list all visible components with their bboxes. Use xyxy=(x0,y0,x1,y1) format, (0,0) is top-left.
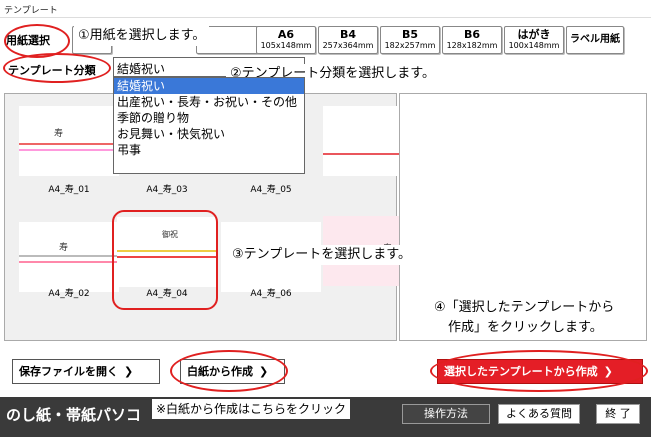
category-selected-value: 結婚祝い xyxy=(117,62,166,76)
template-label: A4_寿_03 xyxy=(146,185,188,195)
callout-step4-line2: 作成」をクリックします。 xyxy=(444,318,607,338)
category-option[interactable]: 季節の贈り物 xyxy=(114,110,304,126)
paper-size: B5 xyxy=(401,28,419,41)
window-titlebar: テンプレート xyxy=(0,0,651,18)
paper-dims: 105x148mm xyxy=(260,41,312,50)
how-to-button[interactable]: 操作方法 xyxy=(402,404,490,424)
svg-text:御祝: 御祝 xyxy=(162,229,178,239)
exit-button[interactable]: 終 了 xyxy=(596,404,640,424)
svg-text:寿: 寿 xyxy=(59,241,68,253)
category-option[interactable]: 結婚祝い xyxy=(114,78,304,94)
blank-create-button[interactable]: 白紙から作成 ❯ xyxy=(180,359,285,384)
paper-button-a6[interactable]: A6 105x148mm xyxy=(256,26,316,54)
paper-button-hagaki[interactable]: はがき 100x148mm xyxy=(504,26,564,54)
blank-create-label: 白紙から作成 xyxy=(187,365,253,378)
paper-dims: 100x148mm xyxy=(508,41,560,50)
category-option[interactable]: お見舞い・快気祝い xyxy=(114,126,304,142)
template-label: A4_寿_04 xyxy=(146,289,188,299)
callout-step3: ③テンプレートを選択します。 xyxy=(228,245,415,265)
paper-dims: 182x257mm xyxy=(384,41,436,50)
paper-size: はがき xyxy=(517,28,551,41)
paper-button-b6[interactable]: B6 128x182mm xyxy=(442,26,502,54)
template-thumb-01[interactable]: 寿 xyxy=(19,106,119,176)
paper-size: B4 xyxy=(339,28,357,41)
paper-button-b4[interactable]: B4 257x364mm xyxy=(318,26,378,54)
category-option[interactable]: 出産祝い・長寿・お祝い・その他 xyxy=(114,94,304,110)
template-label: A4_寿_05 xyxy=(250,185,292,195)
template-thumb-04[interactable]: 御祝 xyxy=(117,217,217,287)
open-file-label: 保存ファイルを開く xyxy=(19,365,118,378)
window-title: テンプレート xyxy=(4,6,58,16)
brand-title: のし紙・帯紙パソコ xyxy=(6,406,142,424)
faq-button[interactable]: よくある質問 xyxy=(498,404,580,424)
open-file-button[interactable]: 保存ファイルを開く ❯ xyxy=(12,359,160,384)
noshi-illustration: 寿 xyxy=(19,127,119,151)
template-thumb-02[interactable]: 寿 xyxy=(19,222,119,292)
category-label: テンプレート分類 xyxy=(8,64,96,77)
chevron-right-icon: ❯ xyxy=(259,365,269,378)
paper-button-label[interactable]: ラベル用紙 xyxy=(566,26,624,54)
template-label: A4_寿_02 xyxy=(48,289,90,299)
callout-note: ※白紙から作成はこちらをクリック xyxy=(152,399,351,419)
paper-dims: 128x182mm xyxy=(446,41,498,50)
noshi-illustration: 寿 xyxy=(19,241,119,263)
template-create-label: 選択したテンプレートから作成 xyxy=(444,365,598,378)
template-create-button[interactable]: 選択したテンプレートから作成 ❯ xyxy=(437,359,643,384)
category-option[interactable]: 弔事 xyxy=(114,142,304,158)
category-list[interactable]: 結婚祝い 出産祝い・長寿・お祝い・その他 季節の贈り物 お見舞い・快気祝い 弔事 xyxy=(113,77,305,174)
chevron-right-icon: ❯ xyxy=(603,365,613,378)
paper-size: A6 xyxy=(277,28,295,41)
template-label: A4_寿_01 xyxy=(48,185,90,195)
callout-step4-line1: ④「選択したテンプレートから xyxy=(430,298,619,318)
noshi-illustration: 御祝 xyxy=(117,229,217,258)
chevron-right-icon: ❯ xyxy=(124,365,134,378)
paper-size: B6 xyxy=(463,28,481,41)
template-label: A4_寿_06 xyxy=(250,289,292,299)
callout-step1: ①用紙を選択します。 xyxy=(74,26,210,46)
paper-button-b5[interactable]: B5 182x257mm xyxy=(380,26,440,54)
paper-dims: 257x364mm xyxy=(322,41,374,50)
paper-select-label: 用紙選択 xyxy=(6,34,50,47)
svg-text:寿: 寿 xyxy=(54,127,63,139)
